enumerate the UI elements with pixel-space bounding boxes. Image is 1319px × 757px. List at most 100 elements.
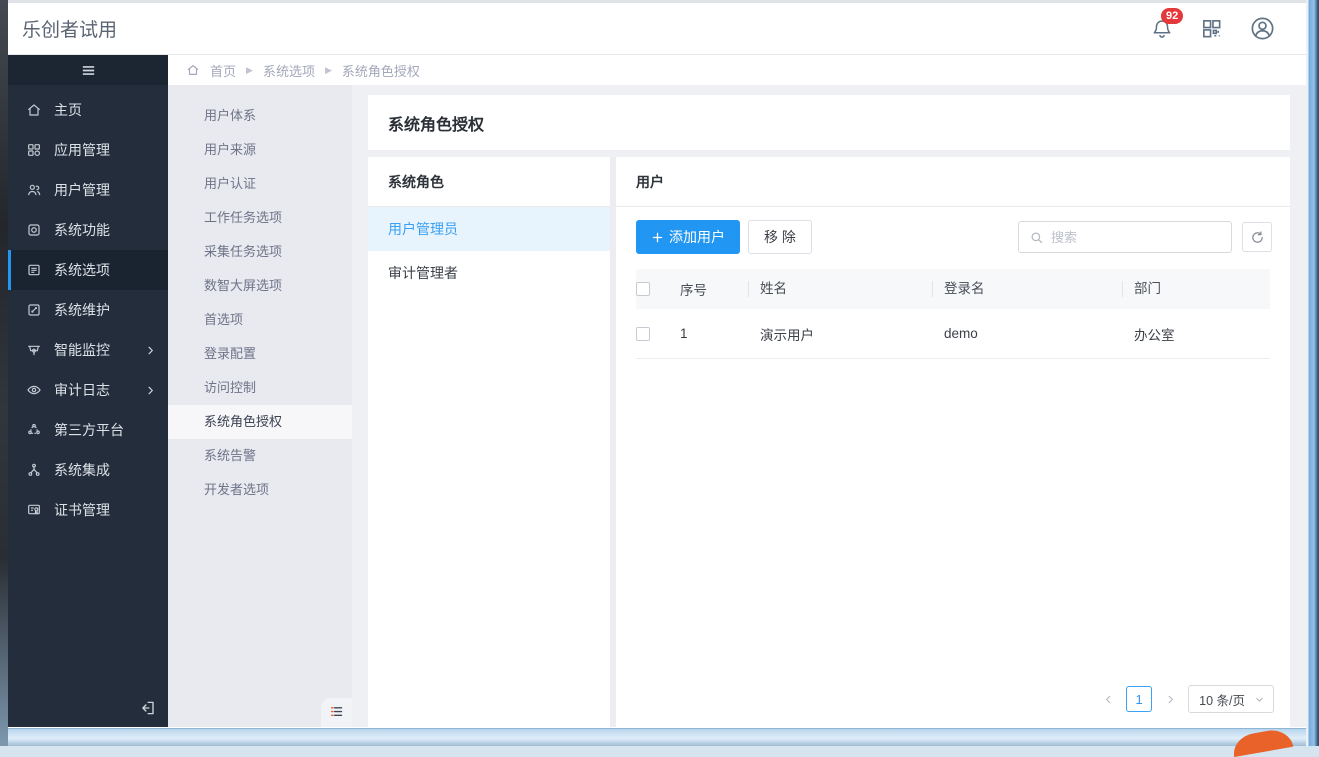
column-header-department: 部门 <box>1122 281 1270 297</box>
pagination-current-page[interactable]: 1 <box>1126 686 1152 712</box>
users-table-header: 序号 姓名 登录名 部门 <box>636 269 1270 309</box>
home-icon <box>26 102 42 118</box>
roles-panel: 系统角色 用户管理员 审计管理者 <box>368 157 610 727</box>
sidebar-item-label: 系统选项 <box>54 260 110 280</box>
pagination-prev-button[interactable] <box>1097 687 1119 711</box>
submenu-item-developer-options[interactable]: 开发者选项 <box>168 473 352 507</box>
plus-icon <box>651 231 664 244</box>
sidebar-toggle-button[interactable] <box>8 55 168 85</box>
sidebar-item-label: 审计日志 <box>54 380 110 400</box>
role-item-audit-admin[interactable]: 审计管理者 <box>368 251 610 295</box>
qr-code-icon <box>1200 17 1223 40</box>
users-icon <box>26 182 42 198</box>
submenu-item-system-alerts[interactable]: 系统告警 <box>168 439 352 473</box>
submenu-item-collect-task-options[interactable]: 采集任务选项 <box>168 235 352 269</box>
submenu-item-bigscreen-options[interactable]: 数智大屏选项 <box>168 269 352 303</box>
users-panel-header: 用户 <box>616 157 1290 207</box>
page-size-value: 10 条/页 <box>1199 690 1245 709</box>
system-maintenance-icon <box>26 302 42 318</box>
app-title: 乐创者试用 <box>22 15 117 42</box>
submenu-item-system-role-auth[interactable]: 系统角色授权 <box>168 405 352 439</box>
role-authorization-panel: 系统角色 用户管理员 审计管理者 用户 <box>368 157 1290 727</box>
add-user-button[interactable]: 添加用户 <box>636 220 740 254</box>
select-all-checkbox[interactable] <box>636 282 650 296</box>
sidebar-item-label: 应用管理 <box>54 140 110 160</box>
integration-icon <box>26 462 42 478</box>
sidebar-item-system-functions[interactable]: 系统功能 <box>8 210 168 250</box>
notification-badge: 92 <box>1161 8 1183 24</box>
chevron-down-icon <box>1254 694 1265 705</box>
app-window: 乐创者试用 92 <box>8 0 1306 728</box>
sidebar-item-label: 证书管理 <box>54 500 110 520</box>
sidebar-item-label: 用户管理 <box>54 180 110 200</box>
chevron-right-icon <box>145 385 156 396</box>
remove-user-button[interactable]: 移 除 <box>748 220 812 254</box>
refresh-button[interactable] <box>1242 222 1272 252</box>
users-table: 序号 姓名 登录名 部门 1 演示用户 demo <box>636 269 1270 359</box>
certificate-icon <box>26 502 42 518</box>
page-title-card: 系统角色授权 <box>368 95 1290 150</box>
submenu-item-login-config[interactable]: 登录配置 <box>168 337 352 371</box>
pagination: 1 10 条/页 <box>616 685 1290 727</box>
submenu-item-user-auth[interactable]: 用户认证 <box>168 167 352 201</box>
third-party-icon <box>26 422 42 438</box>
search-box <box>1018 221 1232 253</box>
submenu-item-access-control[interactable]: 访问控制 <box>168 371 352 405</box>
breadcrumb-item-current: 系统角色授权 <box>342 61 420 80</box>
sidebar-item-system-options[interactable]: 系统选项 <box>8 250 168 290</box>
desktop-artifact <box>1231 727 1294 757</box>
hamburger-icon <box>80 62 97 79</box>
breadcrumb-item-home[interactable]: 首页 <box>210 61 236 80</box>
breadcrumb-separator: ▶ <box>246 65 253 76</box>
submenu-item-user-system[interactable]: 用户体系 <box>168 99 352 133</box>
sidebar-item-label: 系统功能 <box>54 220 110 240</box>
page-size-select[interactable]: 10 条/页 <box>1188 685 1274 713</box>
cell-name: 演示用户 <box>748 324 932 344</box>
submenu-item-preferences[interactable]: 首选项 <box>168 303 352 337</box>
sidebar-item-label: 智能监控 <box>54 340 110 360</box>
users-toolbar: 添加用户 移 除 <box>616 207 1290 267</box>
breadcrumb-separator: ▶ <box>325 65 332 76</box>
sidebar-item-certificate-management[interactable]: 证书管理 <box>8 490 168 530</box>
role-item-user-admin[interactable]: 用户管理员 <box>368 207 610 251</box>
users-panel: 用户 添加用户 移 除 <box>616 157 1290 727</box>
qr-code-button[interactable] <box>1200 17 1223 40</box>
submenu-item-work-task-options[interactable]: 工作任务选项 <box>168 201 352 235</box>
submenu-collapse-button[interactable] <box>321 698 352 727</box>
breadcrumb: 首页 ▶ 系统选项 ▶ 系统角色授权 <box>168 55 1306 85</box>
sidebar-item-audit-log[interactable]: 审计日志 <box>8 370 168 410</box>
desktop-edge-left <box>0 0 8 746</box>
sidebar-item-smart-monitor[interactable]: 智能监控 <box>8 330 168 370</box>
pagination-next-button[interactable] <box>1159 687 1181 711</box>
sidebar-item-label: 第三方平台 <box>54 420 124 440</box>
user-account-button[interactable] <box>1249 15 1276 42</box>
sidebar-item-third-party[interactable]: 第三方平台 <box>8 410 168 450</box>
chevron-right-icon <box>145 345 156 356</box>
notifications-button[interactable]: 92 <box>1150 17 1174 41</box>
sidebar-item-user-management[interactable]: 用户管理 <box>8 170 168 210</box>
main-content: 系统角色授权 系统角色 用户管理员 审计管理者 用户 <box>352 85 1306 727</box>
sidebar-item-app-management[interactable]: 应用管理 <box>8 130 168 170</box>
apps-grid-icon <box>26 142 42 158</box>
desktop-edge-right <box>1306 0 1319 746</box>
column-header-no: 序号 <box>680 279 748 299</box>
breadcrumb-item-system-options[interactable]: 系统选项 <box>263 61 315 80</box>
search-input[interactable] <box>1051 230 1221 245</box>
cell-department: 办公室 <box>1122 324 1270 344</box>
refresh-icon <box>1250 230 1265 245</box>
sidebar-collapse-button[interactable] <box>138 699 156 717</box>
row-checkbox[interactable] <box>636 327 650 341</box>
secondary-sidebar: 用户体系 用户来源 用户认证 工作任务选项 采集任务选项 数智大屏选项 首选项 … <box>168 85 352 727</box>
window-bottom-frame <box>8 728 1306 746</box>
sidebar-item-label: 系统集成 <box>54 460 110 480</box>
column-header-login: 登录名 <box>932 281 1122 297</box>
sidebar-item-home[interactable]: 主页 <box>8 90 168 130</box>
sidebar-item-system-maintenance[interactable]: 系统维护 <box>8 290 168 330</box>
table-row[interactable]: 1 演示用户 demo 办公室 <box>636 309 1270 359</box>
roles-panel-header: 系统角色 <box>368 157 610 207</box>
add-user-button-label: 添加用户 <box>669 227 725 247</box>
system-functions-icon <box>26 222 42 238</box>
sidebar-item-system-integration[interactable]: 系统集成 <box>8 450 168 490</box>
submenu-item-user-source[interactable]: 用户来源 <box>168 133 352 167</box>
column-header-name: 姓名 <box>748 281 932 297</box>
